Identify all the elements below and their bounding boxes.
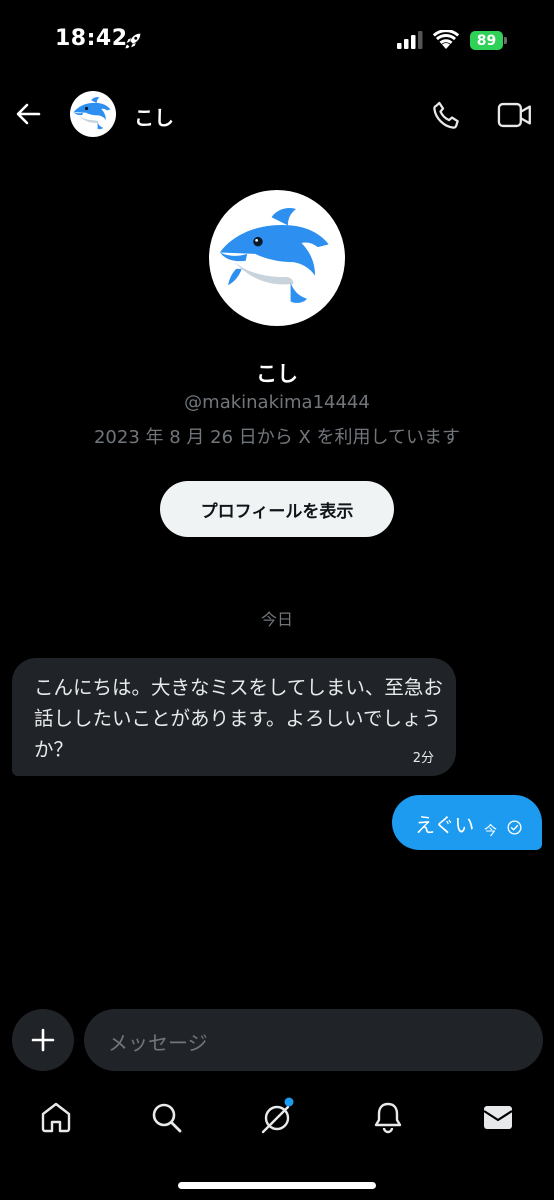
battery-indicator: 89 [470,31,507,50]
back-arrow-icon[interactable] [12,98,44,130]
mail-icon[interactable] [478,1097,518,1137]
bell-icon[interactable] [368,1097,408,1137]
home-icon[interactable] [36,1097,76,1137]
outgoing-message-bubble[interactable]: えぐい 今 [392,795,542,850]
profile-name: こし [256,362,298,386]
message-text: こんにちは。大きなミスをしてしまい、至急お話ししたいことがあります。よろしいでし… [34,676,443,761]
dolphin-icon [219,208,329,303]
message-text: えぐい [415,813,475,837]
dolphin-icon [73,97,111,130]
message-input[interactable]: メッセージ [84,1009,543,1071]
incoming-message-bubble[interactable]: こんにちは。大きなミスをしてしまい、至急お話ししたいことがあります。よろしいでし… [12,658,456,776]
add-attachment-button[interactable] [12,1009,74,1071]
profile-joined-date: 2023 年 8 月 26 日から X を利用しています [93,427,460,448]
header-title: こし [134,106,174,130]
phone-icon[interactable] [430,98,464,132]
message-timestamp: 2分 [412,751,434,766]
read-check-icon [507,820,522,835]
grok-icon[interactable] [257,1097,297,1137]
status-time: 18:42 [55,26,128,51]
wifi-icon [433,30,459,49]
profile-avatar[interactable] [209,190,345,326]
video-camera-icon[interactable] [497,100,533,130]
search-icon[interactable] [146,1097,186,1137]
profile-handle: @makinakima14444 [184,392,370,413]
plus-icon [31,1028,55,1052]
header-avatar[interactable] [70,91,116,137]
notification-badge [284,1097,294,1107]
signal-icon [397,31,423,49]
battery-level: 89 [470,31,503,50]
home-indicator [178,1182,376,1189]
message-placeholder: メッセージ [108,1031,208,1055]
rocket-icon [125,33,141,49]
date-divider: 今日 [260,610,293,629]
message-timestamp: 今 [484,824,498,839]
view-profile-button[interactable]: プロフィールを表示 [160,481,394,537]
